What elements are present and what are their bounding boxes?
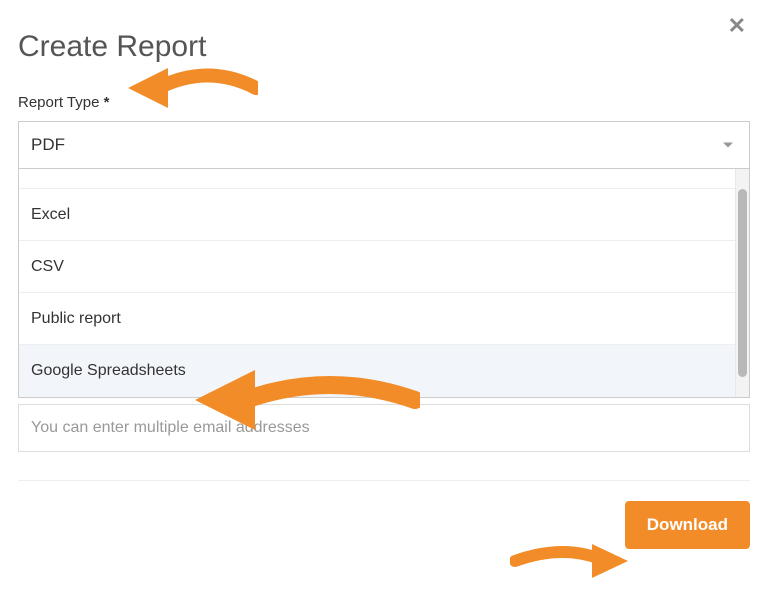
report-type-dropdown: PDF Excel CSV Public report Google Sprea… (18, 169, 750, 398)
dropdown-option-label: Excel (31, 206, 70, 224)
report-type-selected-value: PDF (31, 135, 65, 155)
required-mark: * (104, 94, 110, 111)
dropdown-option-label: Google Spreadsheets (31, 362, 186, 380)
chevron-down-icon (723, 143, 733, 148)
dropdown-option-label: CSV (31, 258, 64, 276)
dropdown-list: PDF Excel CSV Public report Google Sprea… (19, 169, 735, 397)
close-icon[interactable]: ✕ (728, 15, 746, 37)
dropdown-scrollbar[interactable] (735, 169, 749, 397)
dropdown-option-excel[interactable]: Excel (19, 189, 735, 241)
dropdown-option-label: Public report (31, 310, 121, 328)
dropdown-option-csv[interactable]: CSV (19, 241, 735, 293)
email-input[interactable] (18, 404, 750, 452)
report-type-label-text: Report Type (18, 94, 99, 111)
scrollbar-thumb[interactable] (738, 189, 747, 377)
download-button[interactable]: Download (625, 501, 750, 549)
dialog-footer: Download (18, 501, 750, 549)
report-type-label: Report Type * (18, 94, 750, 111)
dropdown-option-pdf[interactable]: PDF (19, 169, 735, 189)
dropdown-option-public[interactable]: Public report (19, 293, 735, 345)
report-type-select[interactable]: PDF (18, 121, 750, 169)
create-report-dialog: ✕ Create Report Report Type * PDF PDF Ex… (0, 0, 768, 616)
dropdown-option-google[interactable]: Google Spreadsheets (19, 345, 735, 397)
dropdown-option-label: PDF (31, 169, 63, 171)
footer-divider (18, 480, 750, 481)
dialog-title: Create Report (18, 30, 750, 64)
